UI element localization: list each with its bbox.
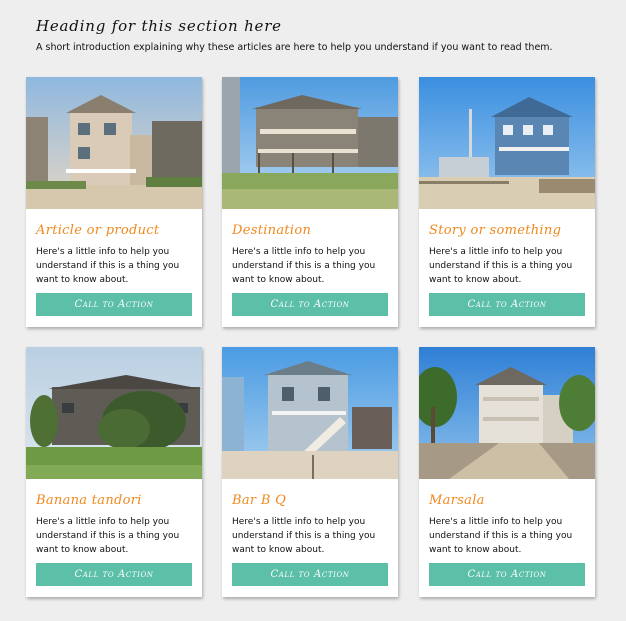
call-to-action-button[interactable]: Call to Action [232,293,388,316]
card-description: Here's a little info to help you underst… [232,247,376,285]
call-to-action-button[interactable]: Call to Action [36,293,192,316]
call-to-action-button[interactable]: Call to Action [429,563,585,586]
article-section: Heading for this section here A short in… [0,0,626,621]
card-description: Here's a little info to help you underst… [429,517,573,555]
article-card: Banana tandori Here's a little info to h… [26,347,202,597]
card-description: Here's a little info to help you underst… [36,517,180,555]
section-intro: A short introduction explaining why thes… [36,42,553,53]
card-photo[interactable] [222,347,398,479]
card-description: Here's a little info to help you underst… [36,247,180,285]
call-to-action-button[interactable]: Call to Action [232,563,388,586]
section-heading: Heading for this section here [36,17,282,35]
article-card: Destination Here's a little info to help… [222,77,398,327]
card-photo[interactable] [222,77,398,209]
card-description: Here's a little info to help you underst… [232,517,376,555]
card-title: Marsala [429,493,485,508]
card-title: Destination [232,223,312,238]
card-photo[interactable] [26,347,202,479]
card-photo[interactable] [419,347,595,479]
call-to-action-button[interactable]: Call to Action [36,563,192,586]
card-title: Story or something [429,223,562,238]
card-title: Article or product [36,223,160,238]
article-card: Article or product Here's a little info … [26,77,202,327]
article-card: Marsala Here's a little info to help you… [419,347,595,597]
card-photo[interactable] [26,77,202,209]
article-card: Story or something Here's a little info … [419,77,595,327]
card-title: Bar B Q [232,493,287,508]
card-photo[interactable] [419,77,595,209]
card-title: Banana tandori [36,493,142,508]
call-to-action-button[interactable]: Call to Action [429,293,585,316]
card-description: Here's a little info to help you underst… [429,247,573,285]
article-card: Bar B Q Here's a little info to help you… [222,347,398,597]
